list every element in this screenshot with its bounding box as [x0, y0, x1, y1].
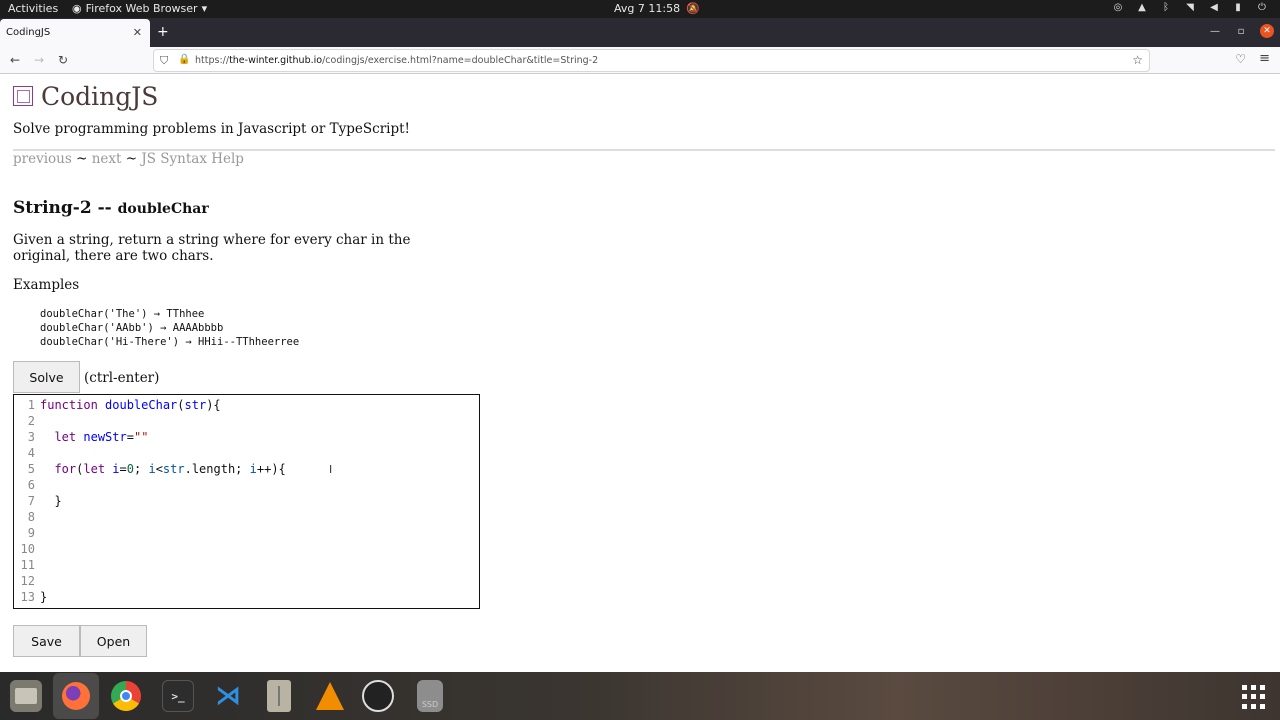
activities-button[interactable]: Activities [8, 2, 58, 15]
clock[interactable]: Avg 7 11:58 🔕 [614, 2, 700, 15]
save-button[interactable]: Save [13, 625, 80, 657]
archive-icon[interactable] [267, 680, 291, 712]
files-icon[interactable] [10, 680, 42, 712]
problem-description: Given a string, return a string where fo… [13, 232, 411, 264]
line-number: 4 [27, 446, 35, 460]
obs-tray-icon[interactable]: ◎ [1112, 2, 1124, 14]
url-bar[interactable]: ⛉ 🔒 https://the-winter.github.io/codingj… [153, 49, 1150, 72]
example-item: doubleChar('AAbb') → AAAAbbbb [40, 322, 224, 334]
url-text[interactable]: https://the-winter.github.io/codingjs/ex… [195, 55, 598, 66]
nav-separator: ~ [121, 151, 142, 167]
solve-button[interactable]: Solve [13, 361, 80, 393]
open-button[interactable]: Open [80, 625, 147, 657]
new-tab-icon[interactable]: + [157, 24, 169, 40]
line-number: 2 [27, 414, 35, 428]
close-tab-icon[interactable]: ✕ [133, 26, 142, 39]
next-link[interactable]: next [92, 151, 122, 167]
code-line[interactable]: } [40, 590, 47, 604]
terminal-icon[interactable]: >_ [162, 680, 194, 712]
back-icon[interactable]: ← [10, 53, 20, 67]
clock-label: Avg 7 11:58 [614, 2, 681, 15]
bookmark-star-icon[interactable]: ☆ [1132, 53, 1143, 67]
line-number: 11 [20, 558, 35, 572]
firefox-icon[interactable] [53, 673, 99, 719]
code-editor[interactable]: 1 function doubleChar(str){ 2 3 let newSt… [13, 394, 480, 609]
maximize-icon[interactable]: ▫ [1234, 26, 1248, 37]
hamburger-menu-icon[interactable]: ≡ [1259, 51, 1270, 66]
code-line[interactable]: for(let i=0; i<str.length; i++){ [40, 462, 285, 476]
site-title: CodingJS [41, 82, 159, 111]
vscode-icon[interactable]: ⋊ [212, 680, 244, 712]
firefox-small-icon: ◉ [72, 2, 82, 15]
volume-icon[interactable]: ◀ [1208, 2, 1220, 14]
bluetooth-icon[interactable]: ᛒ [1160, 2, 1172, 14]
line-number: 5 [27, 462, 35, 476]
ssd-label: SSD [421, 700, 439, 709]
chevron-down-icon: ▾ [201, 2, 208, 15]
line-number: 1 [27, 398, 35, 412]
line-number: 9 [27, 526, 35, 540]
navigation-bar: ← → ↻ ⛉ 🔒 https://the-winter.github.io/c… [0, 47, 1280, 74]
forward-icon[interactable]: → [34, 53, 44, 67]
tab-title: CodingJS [6, 27, 51, 38]
examples-list: doubleChar('The') → TThhee doubleChar('A… [40, 307, 299, 349]
power-menu-icon[interactable]: ⏻ [1256, 2, 1268, 14]
problem-nav: previous ~ next ~ JS Syntax Help [13, 151, 244, 167]
notifications-muted-icon: 🔕 [686, 2, 700, 15]
text-cursor-icon: I [329, 463, 333, 476]
battery-icon[interactable]: ▮ [1232, 2, 1244, 14]
example-item: doubleChar('The') → TThhee [40, 308, 205, 320]
system-top-bar: Activities ◉ Firefox Web Browser ▾ Avg 7… [0, 0, 1280, 18]
vlc-tray-icon[interactable]: ▲ [1136, 2, 1148, 14]
reload-icon[interactable]: ↻ [58, 53, 68, 67]
line-number: 6 [27, 478, 35, 492]
line-number: 12 [20, 574, 35, 588]
vlc-icon[interactable] [314, 680, 346, 712]
app-menu-label: Firefox Web Browser [85, 2, 198, 15]
line-number: 8 [27, 510, 35, 524]
chrome-icon[interactable] [110, 680, 142, 712]
minimize-icon[interactable]: — [1208, 26, 1222, 37]
problem-category: String-2 -- [13, 198, 112, 218]
window-controls: — ▫ ✕ [1208, 24, 1280, 38]
site-tagline: Solve programming problems in Javascript… [13, 121, 410, 137]
wifi-icon[interactable]: ◥ [1184, 2, 1196, 14]
solve-shortcut-hint: (ctrl-enter) [84, 370, 160, 386]
example-item: doubleChar('Hi-There') → HHii--TThheerre… [40, 336, 300, 348]
pocket-icon[interactable]: ♡ [1235, 52, 1246, 66]
window-close-icon[interactable]: ✕ [1260, 24, 1274, 38]
app-menu[interactable]: ◉ Firefox Web Browser ▾ [72, 2, 207, 15]
show-applications-icon[interactable] [1242, 685, 1266, 709]
line-number: 13 [20, 590, 35, 604]
code-line[interactable]: let newStr="" [40, 430, 148, 444]
dock: >_ ⋊ SSD [0, 672, 1280, 720]
tracking-shield-icon[interactable]: ⛉ [160, 54, 168, 68]
problem-name: doubleChar [117, 201, 209, 217]
code-line[interactable]: } [40, 494, 61, 508]
codingjs-logo-icon [13, 86, 33, 106]
obs-icon[interactable] [362, 680, 394, 712]
tab-strip: CodingJS ✕ [0, 18, 1280, 47]
syntax-help-link[interactable]: JS Syntax Help [141, 151, 244, 167]
nav-separator: ~ [71, 151, 92, 167]
code-line[interactable]: function doubleChar(str){ [40, 398, 221, 412]
line-number: 3 [27, 430, 35, 444]
examples-heading: Examples [13, 277, 80, 293]
line-number: 10 [20, 542, 35, 556]
page-content: CodingJS Solve programming problems in J… [0, 74, 1280, 672]
problem-title: String-2 -- doubleChar [13, 198, 209, 218]
line-number: 7 [27, 494, 35, 508]
previous-link[interactable]: previous [13, 151, 72, 167]
ssd-icon[interactable]: SSD [417, 680, 443, 712]
system-tray: ◎ ▲ ᛒ ◥ ◀ ▮ ⏻ [1112, 2, 1268, 14]
lock-icon[interactable]: 🔒 [178, 54, 190, 65]
tab-codingjs[interactable]: CodingJS ✕ [0, 19, 150, 47]
